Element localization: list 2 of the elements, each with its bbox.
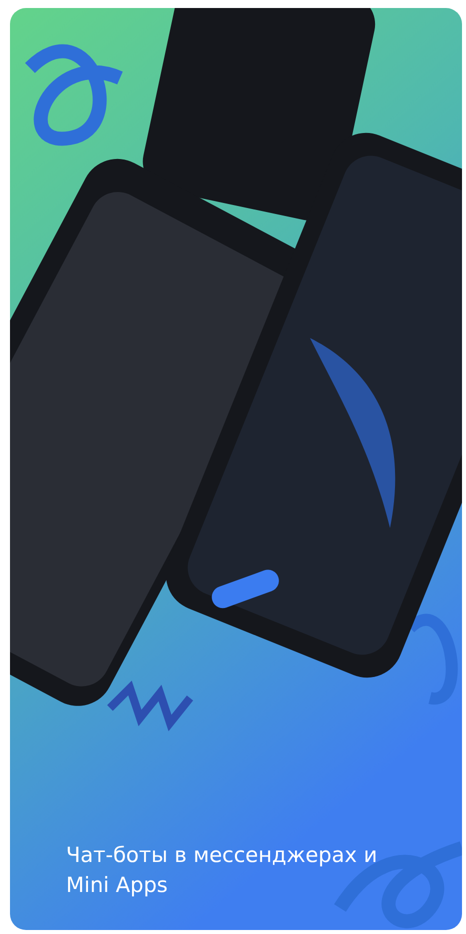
promo-card[interactable]: Чат-боты в мессенджерах и Mini Apps bbox=[10, 8, 462, 930]
card-caption: Чат-боты в мессенджерах и Mini Apps bbox=[66, 842, 378, 899]
